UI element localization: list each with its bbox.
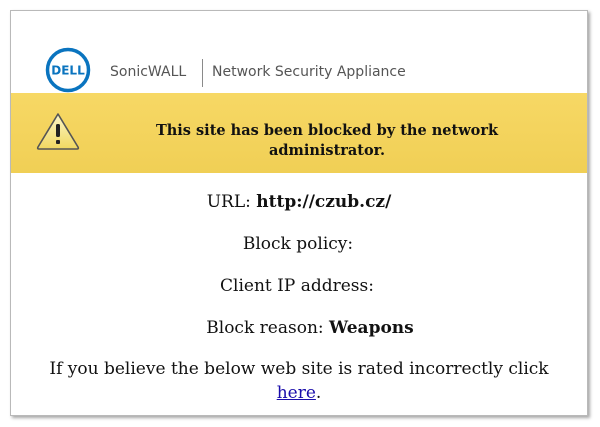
here-link[interactable]: here xyxy=(277,383,316,403)
url-label: URL: xyxy=(206,192,251,212)
warning-triangle-icon xyxy=(36,113,80,150)
url-row: URL: http://czub.cz/ xyxy=(11,192,587,212)
block-page-panel: DELL SonicWALL Network Security Applianc… xyxy=(10,10,588,416)
block-policy-row: Block policy: xyxy=(10,234,586,254)
dell-logo: DELL xyxy=(45,47,91,93)
client-ip-row: Client IP address: xyxy=(9,276,585,296)
header-divider xyxy=(202,59,203,87)
header: DELL SonicWALL Network Security Applianc… xyxy=(11,11,587,93)
logo-text: DELL xyxy=(51,64,85,78)
block-policy-label: Block policy: xyxy=(242,234,354,254)
note-period: . xyxy=(315,383,322,403)
url-value: http://czub.cz/ xyxy=(256,192,392,212)
rating-note: If you believe the below web site is rat… xyxy=(11,357,587,405)
client-ip-label: Client IP address: xyxy=(220,276,374,296)
block-banner: This site has been blocked by the networ… xyxy=(11,93,587,173)
rating-note-text: If you believe the below web site is rat… xyxy=(49,359,549,379)
product-subtitle: Network Security Appliance xyxy=(212,64,406,80)
block-reason-value: Weapons xyxy=(329,318,414,338)
brand-name: SonicWALL xyxy=(110,64,187,80)
block-message: This site has been blocked by the networ… xyxy=(155,122,499,159)
block-reason-row: Block reason: Weapons xyxy=(22,318,598,338)
block-reason-label: Block reason: xyxy=(206,318,324,338)
